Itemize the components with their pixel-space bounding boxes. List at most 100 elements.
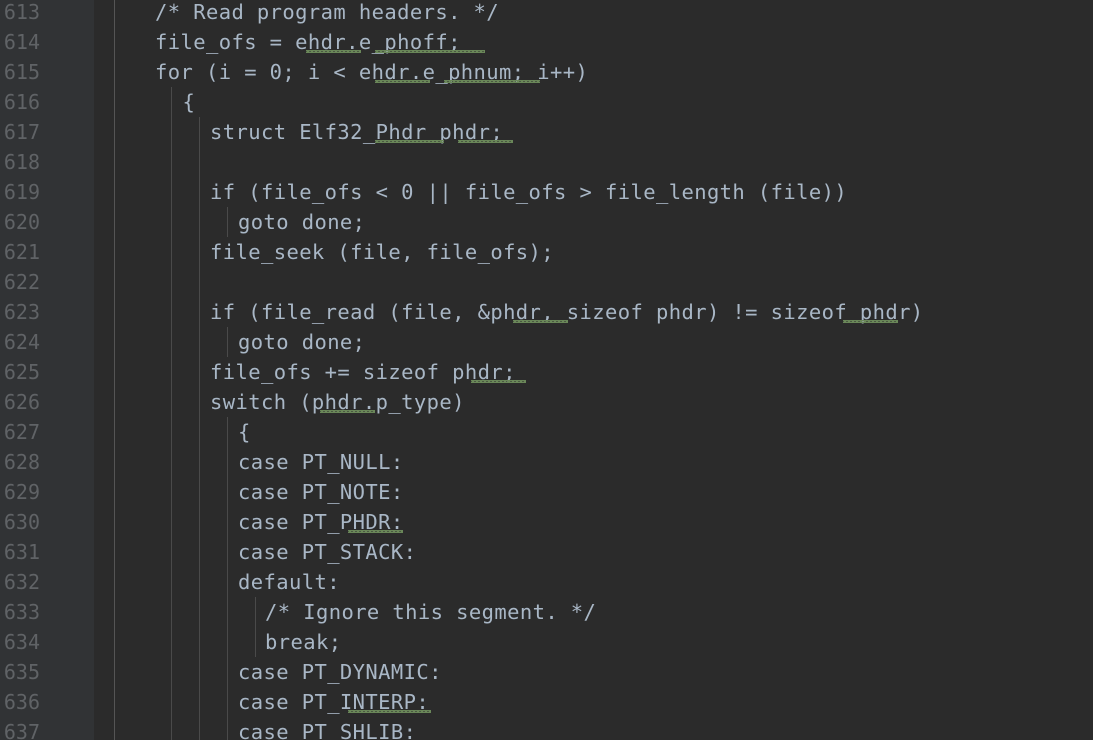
line-number: 627 [3,420,40,444]
code-line[interactable]: 619 if (file_ofs < 0 || file_ofs > file_l… [0,177,1093,207]
indent-guide [171,687,172,717]
indent-guide [171,177,172,207]
indent-guide [199,117,200,147]
code-line[interactable]: 618 [0,147,1093,177]
indent-guide [227,447,228,477]
line-number: 637 [3,720,40,740]
code-text[interactable]: default: [238,567,340,597]
code-line[interactable]: 621 file_seek (file, file_ofs); [0,237,1093,267]
line-number: 616 [3,90,40,114]
line-number: 622 [3,270,40,294]
indent-guide [255,627,256,657]
code-line[interactable]: 631 case PT_STACK: [0,537,1093,567]
code-line[interactable]: 629 case PT_NOTE: [0,477,1093,507]
code-text[interactable]: case PT_STACK: [238,537,416,567]
spellcheck-underline [375,140,444,143]
line-number: 618 [3,150,40,174]
code-text[interactable]: case PT_DYNAMIC: [238,657,442,687]
code-editor[interactable]: 613/* Read program headers. */614 file_of… [0,0,1093,740]
code-line[interactable]: 623 if (file_read (file, &phdr, sizeof ph… [0,297,1093,327]
code-line[interactable]: 634 break; [0,627,1093,657]
indent-guide [227,507,228,537]
code-line[interactable]: 632 default: [0,567,1093,597]
indent-guide [171,417,172,447]
code-line[interactable]: 614 file_ofs = ehdr.e_phoff; [0,27,1093,57]
indent-guide [199,297,200,327]
code-text[interactable]: file_seek (file, file_ofs); [210,237,554,267]
line-number: 634 [3,630,40,654]
indent-guide [227,477,228,507]
line-number: 619 [3,180,40,204]
indent-guide [199,537,200,567]
spellcheck-underline [320,410,375,413]
code-text[interactable]: if (file_ofs < 0 || file_ofs > file_leng… [210,177,847,207]
code-line[interactable]: 615 for (i = 0; i < ehdr.e_phnum; i++) [0,57,1093,87]
indent-guide [199,327,200,357]
code-line[interactable]: 624 goto done; [0,327,1093,357]
indent-guide [199,717,200,740]
spellcheck-underline [375,80,430,83]
indent-guide [199,387,200,417]
code-line[interactable]: 636 case PT_INTERP: [0,687,1093,717]
indent-guide [171,477,172,507]
code-line[interactable]: 628 case PT_NULL: [0,447,1093,477]
indent-guide [199,597,200,627]
indent-guide [199,417,200,447]
line-number: 631 [3,540,40,564]
indent-guide [199,207,200,237]
code-text[interactable]: { [238,417,251,447]
indent-guide [199,477,200,507]
code-line[interactable]: 637 case PT_SHLIB: [0,717,1093,740]
code-text[interactable]: { [183,87,196,117]
indent-guide [199,147,200,177]
code-line[interactable]: 627 { [0,417,1093,447]
code-text[interactable]: file_ofs += sizeof phdr; [210,357,516,387]
code-line[interactable]: 635 case PT_DYNAMIC: [0,657,1093,687]
line-number: 629 [3,480,40,504]
indent-guide [171,507,172,537]
spellcheck-underline [306,50,362,53]
code-text[interactable]: case PT_NULL: [238,447,404,477]
code-text[interactable]: break; [265,627,341,657]
indent-guide [199,177,200,207]
indent-guide [171,627,172,657]
spellcheck-underline [348,530,403,533]
indent-guide [171,237,172,267]
code-line[interactable]: 616 { [0,87,1093,117]
code-line[interactable]: 620 goto done; [0,207,1093,237]
code-text[interactable]: case PT_NOTE: [238,477,404,507]
spellcheck-underline [457,140,513,143]
line-number: 630 [3,510,40,534]
code-text[interactable]: /* Read program headers. */ [155,0,499,27]
code-text[interactable]: /* Ignore this segment. */ [265,597,596,627]
code-area[interactable]: 613/* Read program headers. */614 file_of… [0,0,1093,740]
code-line[interactable]: 622 [0,267,1093,297]
code-text[interactable]: case PT_SHLIB: [238,717,416,740]
indent-guide [171,717,172,740]
code-text[interactable]: goto done; [238,207,365,237]
indent-guide [227,567,228,597]
line-number: 620 [3,210,40,234]
spellcheck-underline [842,320,898,323]
code-line[interactable]: 625 file_ofs += sizeof phdr; [0,357,1093,387]
line-number: 635 [3,660,40,684]
code-line[interactable]: 630 case PT_PHDR: [0,507,1093,537]
indent-guide [171,387,172,417]
line-number: 623 [3,300,40,324]
indent-guide [227,627,228,657]
indent-guide [171,87,172,117]
code-line[interactable]: 617 struct Elf32_Phdr phdr; [0,117,1093,147]
spellcheck-underline [471,380,527,383]
line-number: 617 [3,120,40,144]
indent-guide [255,597,256,627]
indent-guide [199,447,200,477]
indent-guide [171,597,172,627]
indent-guide [199,267,200,297]
line-number: 632 [3,570,40,594]
code-text[interactable]: goto done; [238,327,365,357]
line-number: 636 [3,690,40,714]
code-line[interactable]: 633 /* Ignore this segment. */ [0,597,1093,627]
code-line[interactable]: 613 /* Read program headers. */ [0,0,1093,27]
code-line[interactable]: 626 switch (phdr.p_type) [0,387,1093,417]
indent-guide [199,657,200,687]
